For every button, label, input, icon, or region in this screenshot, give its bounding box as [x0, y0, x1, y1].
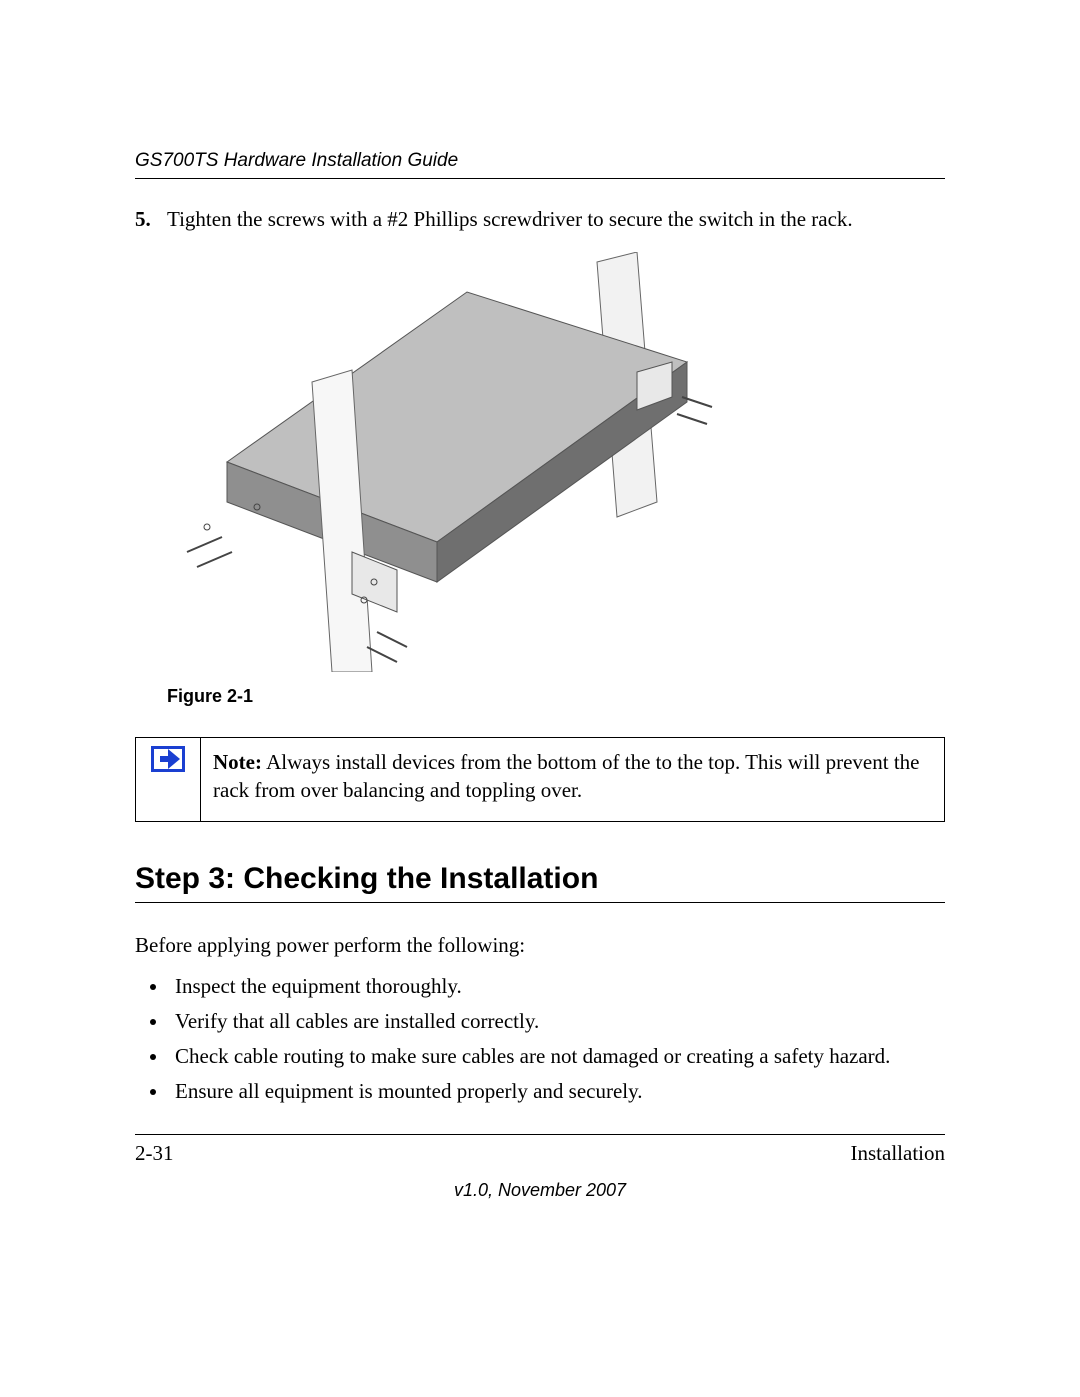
note-text: Note: Always install devices from the bo…	[201, 738, 945, 822]
list-item: Ensure all equipment is mounted properly…	[169, 1079, 945, 1104]
list-item: Check cable routing to make sure cables …	[169, 1044, 945, 1069]
arrow-icon	[151, 746, 185, 772]
list-item: Inspect the equipment thoroughly.	[169, 974, 945, 999]
note-box: Note: Always install devices from the bo…	[135, 737, 945, 822]
running-header: GS700TS Hardware Installation Guide	[135, 150, 945, 179]
intro-text: Before applying power perform the follow…	[135, 933, 945, 958]
section-heading: Step 3: Checking the Installation	[135, 862, 945, 903]
version-line: v1.0, November 2007	[135, 1180, 945, 1201]
note-label: Note:	[213, 750, 262, 774]
note-icon-cell	[136, 738, 201, 822]
page-number: 2-31	[135, 1141, 174, 1166]
page: GS700TS Hardware Installation Guide 5. T…	[0, 0, 1080, 1397]
step-number: 5.	[135, 207, 167, 232]
note-body: Always install devices from the bottom o…	[213, 750, 920, 802]
checklist: Inspect the equipment thoroughly. Verify…	[135, 974, 945, 1104]
figure-2-1	[167, 252, 945, 672]
list-item: Verify that all cables are installed cor…	[169, 1009, 945, 1034]
figure-caption: Figure 2-1	[167, 686, 945, 707]
rack-mount-illustration	[167, 252, 727, 672]
step-text: Tighten the screws with a #2 Phillips sc…	[167, 207, 853, 232]
chapter-name: Installation	[851, 1141, 945, 1166]
step-5: 5. Tighten the screws with a #2 Phillips…	[135, 207, 945, 232]
footer: 2-31 Installation	[135, 1134, 945, 1166]
